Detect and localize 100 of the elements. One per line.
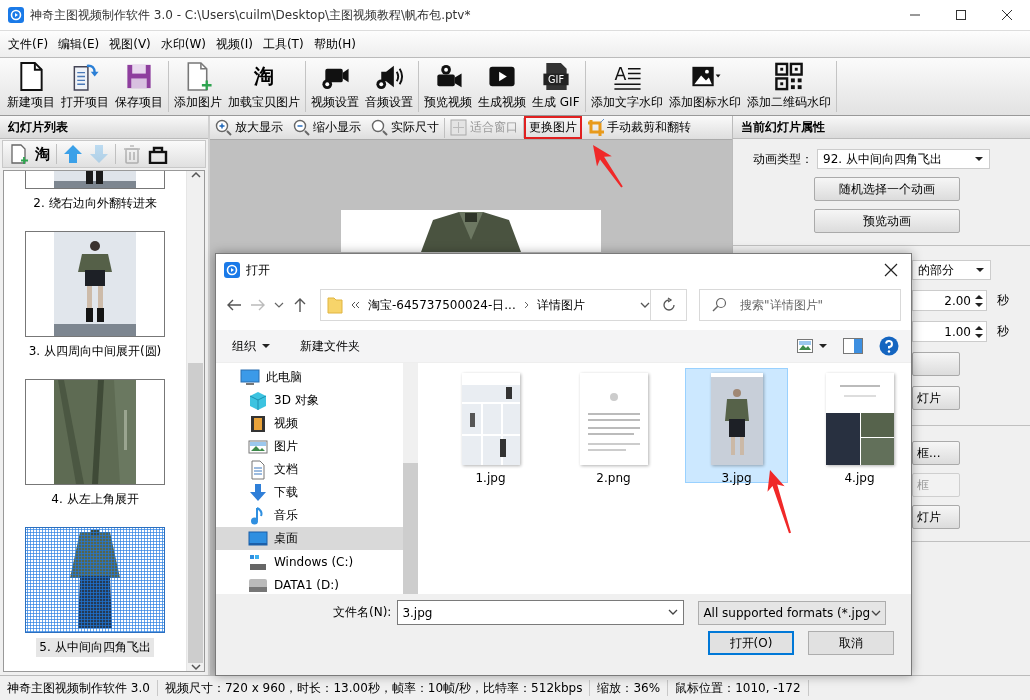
menu-item[interactable]: 帮助(H) bbox=[308, 32, 362, 56]
toolbar-button[interactable]: 淘 加载宝贝图片 bbox=[225, 61, 303, 112]
document-icon bbox=[248, 459, 268, 480]
refresh-button[interactable] bbox=[651, 289, 687, 321]
slide-caption: 2. 绕右边向外翻转进来 bbox=[32, 195, 158, 212]
file-type-dropdown[interactable]: All supported formats (*.jpg bbox=[698, 600, 887, 625]
tool-button[interactable]: 更换图片 bbox=[524, 116, 582, 139]
down-arrow-icon bbox=[89, 144, 109, 164]
animation-dropdown[interactable]: 92. 从中间向四角飞出 bbox=[817, 149, 990, 169]
spinner-arrows-icon bbox=[975, 324, 983, 339]
tree-item[interactable]: 视频 bbox=[216, 412, 403, 435]
dropdown-arrow-icon bbox=[975, 156, 983, 162]
search-field[interactable]: 搜索"详情图片" bbox=[699, 289, 901, 321]
breadcrumb[interactable]: 淘宝-645737500024-日... bbox=[368, 296, 516, 314]
toolbar-button[interactable]: 添加图片 bbox=[171, 61, 225, 112]
slide-caption: 4. 从左上角展开 bbox=[50, 491, 140, 508]
tree-item[interactable]: 音乐 bbox=[216, 504, 403, 527]
action-button[interactable] bbox=[912, 352, 960, 376]
file-name-field[interactable]: 3.jpg bbox=[397, 600, 685, 625]
action-button[interactable]: 预览动画 bbox=[814, 209, 960, 233]
tool-button[interactable]: 实际尺寸 bbox=[366, 116, 444, 139]
tool-button[interactable]: 放大显示 bbox=[210, 116, 288, 139]
menu-item[interactable]: 水印(W) bbox=[155, 32, 212, 56]
field-value: 2.00 bbox=[944, 293, 971, 308]
toolbar-button[interactable]: A 添加文字水印 bbox=[587, 61, 666, 112]
nav-button[interactable] bbox=[292, 297, 308, 313]
window-title: 神奇主图视频制作软件 3.0 - C:\Users\cuilm\Desktop\主图视频教程\帆布包.ptv* bbox=[30, 6, 472, 24]
new-folder-button[interactable]: 新建文件夹 bbox=[300, 337, 360, 355]
tree-item[interactable]: 此电脑 bbox=[216, 366, 403, 389]
monitor-icon bbox=[248, 528, 268, 549]
dropdown-value: All supported formats (*.jpg bbox=[703, 605, 871, 620]
menu-item[interactable]: 视频(I) bbox=[211, 32, 258, 56]
toolbar-button[interactable]: 添加二维码水印 bbox=[743, 61, 834, 112]
up-arrow-icon bbox=[292, 297, 308, 313]
tool-button[interactable]: 手动裁剪和翻转 bbox=[582, 116, 696, 139]
number-field[interactable]: 2.00 bbox=[912, 290, 987, 311]
tree-item[interactable]: DATA1 (D:) bbox=[216, 573, 403, 594]
dropdown[interactable]: 的部分 bbox=[912, 260, 991, 280]
number-field[interactable]: 1.00 bbox=[912, 321, 987, 342]
organize-menu[interactable]: 组织 bbox=[232, 337, 270, 355]
film-icon bbox=[248, 413, 268, 434]
spinner-arrows-icon bbox=[975, 293, 983, 308]
dialog-button[interactable]: 打开(O) bbox=[708, 631, 794, 655]
tree-item[interactable]: 文档 bbox=[216, 458, 403, 481]
tool-button[interactable] bbox=[148, 144, 168, 164]
chevron-down-icon bbox=[871, 609, 882, 616]
scrollbar[interactable] bbox=[186, 171, 204, 671]
breadcrumb[interactable]: 详情图片 bbox=[536, 296, 585, 314]
tree-item[interactable]: 图片 bbox=[216, 435, 403, 458]
menu-item[interactable]: 工具(T) bbox=[257, 32, 309, 56]
image-icon bbox=[797, 339, 813, 353]
action-button[interactable]: 灯片 bbox=[912, 386, 960, 410]
up-arrow-icon bbox=[63, 144, 83, 164]
help-button[interactable] bbox=[879, 336, 899, 356]
file-item[interactable]: 1.jpg bbox=[439, 368, 542, 483]
file-name: 2.png bbox=[596, 471, 631, 485]
cube-icon bbox=[248, 390, 268, 411]
action-button[interactable]: 随机选择一个动画 bbox=[814, 177, 960, 201]
fit-window-icon bbox=[450, 119, 467, 136]
trash-icon bbox=[122, 144, 142, 164]
forward-arrow-icon bbox=[250, 297, 266, 313]
unit-label: 秒 bbox=[997, 323, 1009, 340]
toolbar-button[interactable]: 新建项目 bbox=[4, 61, 58, 112]
menu-item[interactable]: 视图(V) bbox=[104, 32, 156, 56]
qr-code-icon bbox=[772, 61, 805, 92]
toolbar-button[interactable]: 保存项目 bbox=[112, 61, 166, 112]
chevron-down-icon bbox=[640, 302, 650, 308]
dialog-button[interactable]: 取消 bbox=[808, 631, 894, 655]
dropdown-value: 的部分 bbox=[918, 261, 954, 279]
action-button[interactable]: 灯片 bbox=[912, 505, 960, 529]
tree-item[interactable]: Windows (C:) bbox=[216, 550, 403, 573]
menu-item[interactable]: 文件(F) bbox=[3, 32, 54, 56]
toolbar-button[interactable]: 视频设置 bbox=[308, 61, 362, 112]
slide-caption: 3. 从四周向中间展开(圆) bbox=[27, 343, 163, 360]
file-item[interactable]: 2.png bbox=[562, 368, 665, 483]
glyph-icon: 淘 bbox=[254, 61, 274, 92]
toolbar-button[interactable]: 预览视频 bbox=[421, 61, 475, 112]
file-name: 3.jpg bbox=[721, 471, 752, 485]
slide-item[interactable]: 2. 绕右边向外翻转进来 bbox=[25, 171, 165, 213]
toolbar-button[interactable]: GIF 生成 GIF bbox=[529, 61, 583, 112]
toolbar-button[interactable]: 添加图标水印 bbox=[665, 61, 744, 112]
double-chevron-icon bbox=[351, 301, 360, 309]
menu-item[interactable]: 编辑(E) bbox=[53, 32, 105, 56]
toolbar-button[interactable]: 生成视频 bbox=[475, 61, 529, 112]
tree-item[interactable]: 桌面 bbox=[216, 527, 403, 550]
nav-button[interactable] bbox=[226, 297, 242, 313]
toolbar-button[interactable]: 音频设置 bbox=[362, 61, 416, 112]
preview-pane-button[interactable] bbox=[843, 338, 863, 354]
action-button[interactable]: 框... bbox=[912, 441, 960, 465]
view-button[interactable] bbox=[797, 339, 827, 353]
tree-item[interactable]: 下载 bbox=[216, 481, 403, 504]
dialog-title: 打开 bbox=[246, 261, 271, 279]
toolbar-button[interactable]: 打开项目 bbox=[58, 61, 112, 112]
scrollbar[interactable] bbox=[403, 363, 418, 594]
file-item[interactable]: 4.jpg bbox=[808, 368, 911, 483]
address-bar[interactable]: 淘宝-645737500024-日... 详情图片 bbox=[320, 289, 651, 321]
tree-item[interactable]: 3D 对象 bbox=[216, 389, 403, 412]
tool-button[interactable]: 缩小显示 bbox=[288, 116, 366, 139]
dropdown-arrow-icon bbox=[819, 343, 827, 349]
file-item[interactable]: 3.jpg bbox=[685, 368, 788, 483]
